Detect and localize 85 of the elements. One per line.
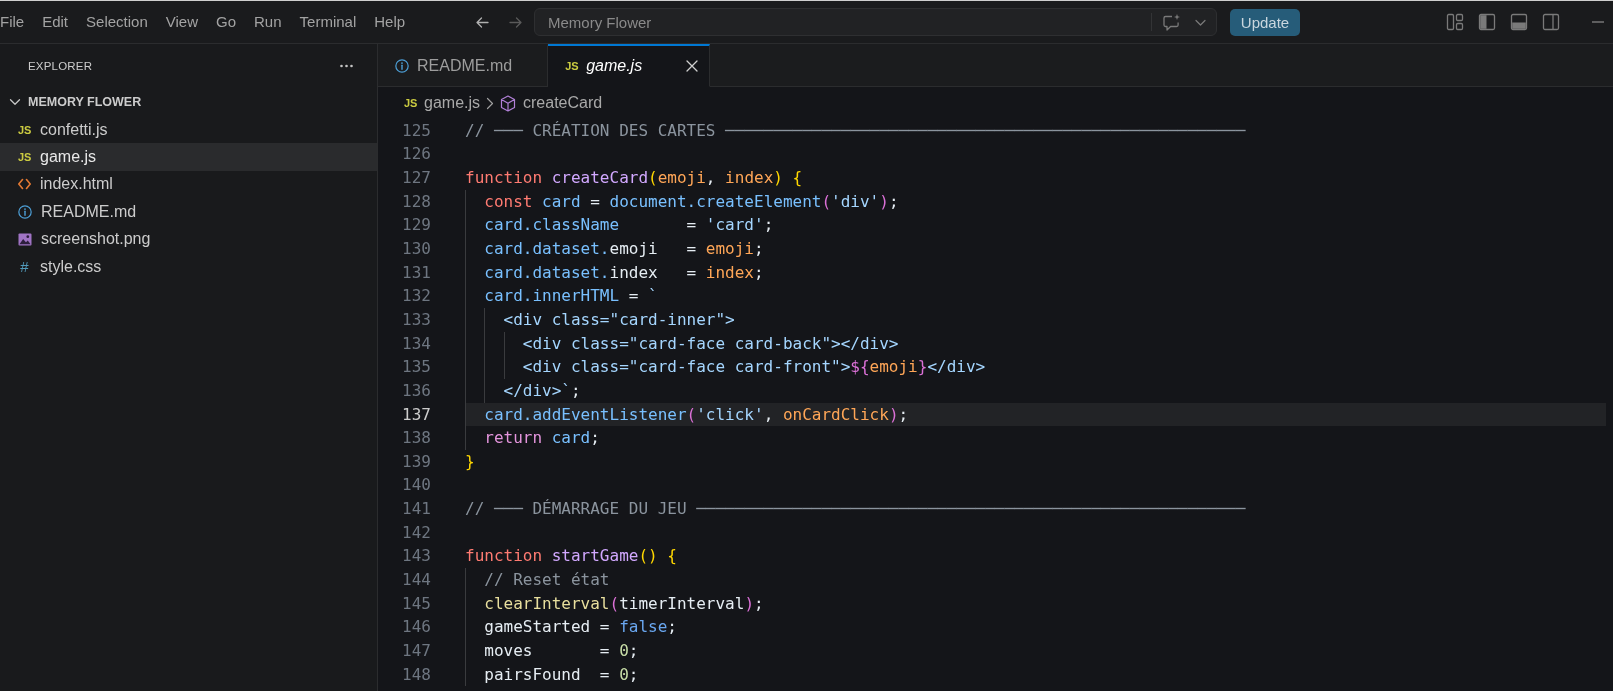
code-line: <div class="card-face card-back"></div> <box>522 332 899 355</box>
menu-item[interactable]: Go <box>207 12 245 32</box>
line-number: 140 <box>402 475 431 496</box>
file-type-label: JS <box>404 96 417 111</box>
code-line: pairsFound = 0; <box>484 663 639 686</box>
explorer-entry[interactable]: screenshot.png <box>0 225 377 253</box>
image-icon <box>18 232 32 246</box>
line-number: 135 <box>402 357 431 378</box>
close-icon[interactable] <box>686 60 699 72</box>
file-type-label: JS <box>565 59 579 74</box>
chevron-right-icon <box>486 96 495 110</box>
line-number: 126 <box>402 144 431 165</box>
code-line: function startGame() { <box>465 545 677 568</box>
code-brackets-icon <box>18 178 31 191</box>
line-number: 144 <box>402 570 431 590</box>
code-line: // Reset état <box>484 569 610 591</box>
line-number: 136 <box>402 380 431 401</box>
line-number: 146 <box>402 617 431 638</box>
explorer-entry[interactable]: README.md <box>0 198 377 226</box>
breadcrumb-item[interactable]: createCard <box>500 94 603 112</box>
code-line: clearInterval(timerInterval); <box>484 592 764 615</box>
menu-item[interactable]: File <box>0 12 34 32</box>
file-type-label: JS <box>18 150 31 166</box>
line-number: 138 <box>402 428 431 449</box>
line-number: 143 <box>402 546 431 567</box>
explorer-entry[interactable]: JS confetti.js <box>0 116 377 144</box>
line-number: 131 <box>402 262 431 283</box>
update-button[interactable]: Update <box>1230 8 1300 36</box>
menu-item[interactable]: Run <box>245 12 291 32</box>
code-line: function createCard(emoji, index) { <box>465 167 803 190</box>
code-line: // ─── CRÉATION DES CARTES ────────────────────────────────────────────────────── <box>465 119 1246 142</box>
code-line: </div>`; <box>503 379 581 402</box>
explorer-entry[interactable]: # style.css <box>0 252 377 281</box>
code-line: <div class="card-inner"> <box>503 308 735 331</box>
line-number: 134 <box>402 333 431 354</box>
folder-header[interactable]: MEMORY FLOWER <box>0 88 377 116</box>
line-number: 137 <box>402 404 431 425</box>
sidebar-title: EXPLORER <box>28 60 93 72</box>
command-center-field[interactable]: Memory Flower <box>534 8 1217 36</box>
code-line: return card; <box>484 427 600 450</box>
info-icon <box>18 204 32 219</box>
line-number: 132 <box>402 286 431 307</box>
code-line: <div class="card-face card-front">${emoji}</div> <box>522 356 986 379</box>
file-type-label: # <box>19 258 30 275</box>
info-icon <box>395 59 409 73</box>
line-number: 129 <box>402 215 431 236</box>
file-type-label: JS <box>18 122 31 138</box>
code-line: gameStarted = false; <box>484 616 677 639</box>
code-line: card.addEventListener('click', onCardClick); <box>484 403 909 426</box>
line-number: 127 <box>402 168 431 189</box>
line-number: 145 <box>402 593 431 614</box>
editor-tab[interactable]: JS game.js <box>548 44 711 87</box>
line-number: 125 <box>402 120 431 141</box>
menu-item[interactable]: Selection <box>77 12 157 32</box>
line-number: 142 <box>402 522 431 543</box>
menu-item[interactable]: Edit <box>33 12 78 32</box>
right-panel-icon[interactable] <box>1542 13 1560 31</box>
line-number: 128 <box>402 191 431 212</box>
more-icon[interactable] <box>340 64 353 68</box>
code-line: moves = 0; <box>484 639 639 662</box>
layout-grid-icon[interactable] <box>1446 13 1464 31</box>
menu-item[interactable]: View <box>156 12 207 32</box>
code-line: const card = document.createElement('div'); <box>484 190 899 213</box>
cube-icon <box>500 94 517 112</box>
explorer-entry[interactable]: JS game.js <box>0 143 377 171</box>
code-line: card.dataset.emoji = emoji; <box>484 238 764 260</box>
menu-item[interactable]: Help <box>365 12 415 32</box>
explorer-entry[interactable]: index.html <box>0 170 377 199</box>
breadcrumb-item[interactable]: JS game.js <box>404 94 481 112</box>
line-number: 133 <box>402 309 431 330</box>
line-number: 147 <box>402 640 431 661</box>
code-line: card.innerHTML = ` <box>484 285 658 308</box>
bottom-panel-icon[interactable] <box>1510 13 1528 31</box>
line-number: 139 <box>402 451 431 472</box>
code-line: } <box>465 450 475 473</box>
line-number: 130 <box>402 239 431 259</box>
editor-tab[interactable]: README.md <box>378 44 549 87</box>
line-number: 148 <box>402 664 431 685</box>
left-panel-icon[interactable] <box>1478 13 1496 31</box>
code-line: // ─── DÉMARRAGE DU JEU ───────────────────────────────────────────────────────── <box>465 498 1246 521</box>
chat-sparkle-icon[interactable] <box>1162 12 1182 32</box>
line-number: 141 <box>402 499 431 520</box>
menu-item[interactable]: Terminal <box>290 12 366 32</box>
code-line: card.className = 'card'; <box>484 214 774 237</box>
code-line: card.dataset.index = index; <box>484 261 764 284</box>
